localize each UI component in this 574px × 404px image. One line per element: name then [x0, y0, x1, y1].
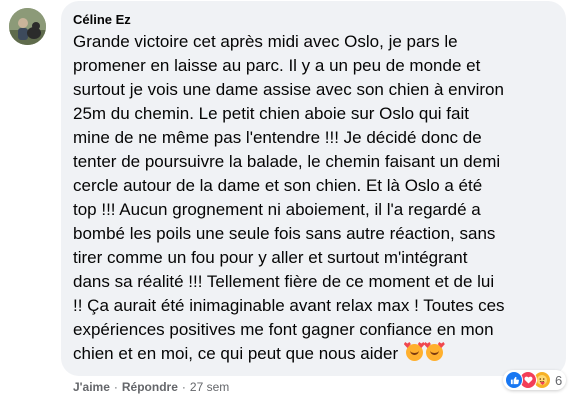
thumbs-up-icon — [505, 371, 523, 389]
comment-line: expériences positives me font gagner con… — [73, 320, 494, 339]
comment-line: cercle autour de la dame et son chien. E… — [73, 176, 483, 195]
comment-line: tenter de poursuivre la balade, le chemi… — [73, 152, 501, 171]
reaction-count: 6 — [555, 372, 563, 388]
comment-line: surtout je vois une dame assise avec son… — [73, 80, 504, 99]
like-button[interactable]: J'aime — [73, 379, 110, 395]
reactions-summary[interactable]: 6 — [503, 370, 567, 390]
comment-line: Grande victoire cet après midi avec Oslo… — [73, 32, 458, 51]
comment-line: 25m du chemin. Le petit chien aboie sur … — [73, 104, 469, 123]
comment-line: dans sa réalité !!! Tellement fière de c… — [73, 272, 495, 291]
reply-button[interactable]: Répondre — [122, 379, 178, 395]
comment-actions: J'aime · Répondre · 27 sem — [73, 379, 229, 395]
comment-author[interactable]: Céline Ez — [73, 11, 131, 29]
comment-text: Grande victoire cet après midi avec Oslo… — [73, 30, 554, 366]
smiling-face-with-hearts-icon — [425, 344, 443, 361]
comment-line-last: chien et en moi, ce qui peut que nous ai… — [73, 342, 554, 366]
comment-line: promener en laisse au parc. Il y a un pe… — [73, 56, 481, 75]
comment-line: tirer comme un fou pour y aller et surto… — [73, 248, 468, 267]
separator: · — [181, 380, 186, 394]
comment-bubble: Céline Ez Grande victoire cet après midi… — [61, 1, 566, 376]
comment-line-text: chien et en moi, ce qui peut que nous ai… — [73, 344, 399, 363]
separator: · — [113, 380, 118, 394]
comment-line: top !!! Aucun grognement ni aboiement, i… — [73, 200, 481, 219]
avatar[interactable] — [9, 8, 46, 45]
comment-line: bombé les poils une seule fois sans autr… — [73, 224, 496, 243]
avatar-photo — [9, 8, 46, 45]
timestamp[interactable]: 27 sem — [190, 379, 229, 395]
smiling-face-with-hearts-icon — [405, 344, 423, 361]
comment-line: mine de ne même pas l'entendre !!! Je dé… — [73, 128, 482, 147]
comment-line: !! Ça aurait été inimaginable avant rela… — [73, 296, 505, 315]
